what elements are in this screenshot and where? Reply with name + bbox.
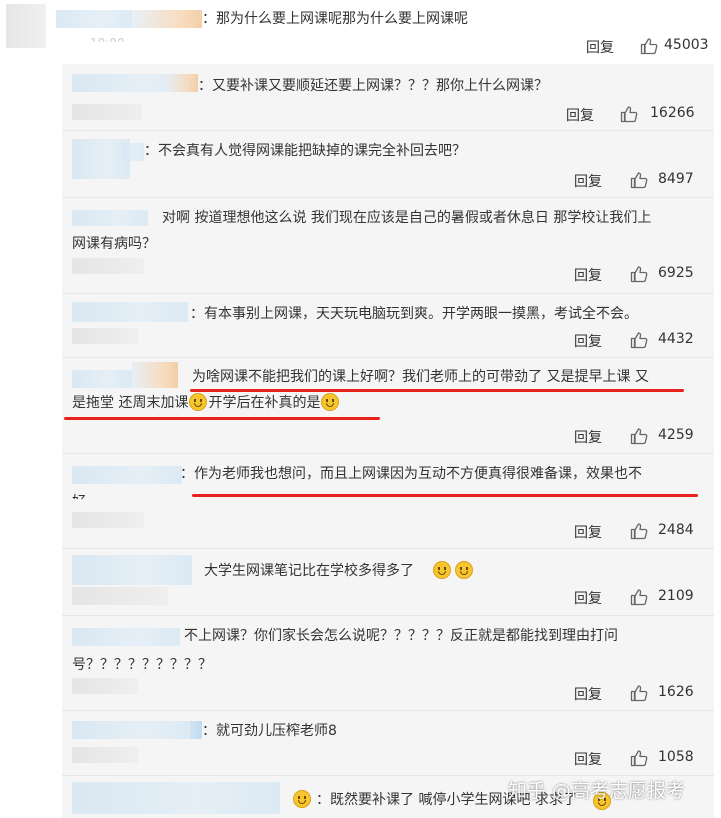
thumbs-up-icon[interactable] [630,427,648,445]
username-badge-blurred [190,721,202,739]
thumbs-up-icon[interactable] [630,588,648,606]
avatar[interactable] [72,302,188,322]
reply-button[interactable]: 回复 [566,105,594,125]
smile-emoji-icon [321,393,340,411]
reply-text: ：不会真有人觉得网课能把缺掉的课完全补回去吧？ [144,143,466,159]
thumbs-up-icon[interactable] [630,331,648,349]
reply-text: ：又要补课又要顺延还要上网课？？？那你上什么网课？ [198,78,548,94]
reply-meta-blurred [72,258,144,274]
reply-item: ：又要补课又要顺延还要上网课？？？那你上什么网课？ 回复 16266 [62,64,714,131]
like-count: 1058 [658,749,694,765]
red-underline [64,417,380,420]
avatar[interactable] [6,4,46,48]
username-badge-blurred [166,74,198,92]
avatar[interactable] [72,555,192,585]
reply-text-line2: 网课有病吗？ [72,236,156,252]
reply-button[interactable]: 回复 [574,331,602,351]
avatar[interactable] [72,782,280,814]
thumbs-up-icon[interactable] [630,265,648,283]
smile-emoji-icon [293,790,311,808]
reply-text-line1: 不上网课？你们家长会怎么说呢？？？？？反正就是都能找到理由打问 [184,628,618,644]
comment-text: ：那为什么要上网课呢那为什么要上网课呢 [202,11,468,27]
reply-text: ：就可劲儿压榨老师8 [202,723,337,739]
username-blurred[interactable] [72,466,182,484]
reply-button[interactable]: 回复 [574,265,602,285]
top-comment: ：那为什么要上网课呢那为什么要上网课呢 10:00 回复 45003 [0,0,721,60]
reply-button[interactable]: 回复 [574,749,602,769]
thumbs-up-icon[interactable] [630,171,648,189]
thumbs-up-icon[interactable] [620,105,638,123]
red-underline [192,494,698,497]
username-blurred[interactable] [72,370,132,388]
like-count: 1626 [658,684,694,700]
reply-meta-blurred [72,104,142,120]
like-count: 45003 [664,37,709,53]
username-badge-blurred [132,10,202,28]
username-blurred [122,143,144,161]
username-badge-blurred [132,362,178,388]
like-count: 16266 [650,105,695,121]
like-count: 8497 [658,171,694,187]
reply-text: 大学生网课笔记比在学校多得多了 [204,563,414,579]
reply-button[interactable]: 回复 [574,171,602,191]
like-count: 2484 [658,522,694,538]
reply-meta-blurred [72,512,144,528]
reply-text-line2: 好 [72,494,86,510]
reply-item: ：作为老师我也想问，而且上网课因为互动不方便真得很难备课，效果也不 好 回复 2… [62,454,714,549]
reply-text-line2: 是拖堂 还周末加课 开学后在补真的是 [72,391,340,415]
reply-button[interactable]: 回复 [574,427,602,447]
reply-item: ：有本事别上网课，天天玩电脑玩到爽。开学两眼一摸黑，考试全不会。 回复 4432 [62,294,714,358]
reply-item: ：就可劲儿压榨老师8 回复 1058 [62,711,714,776]
username-blurred[interactable] [72,210,148,226]
reply-meta-blurred [72,747,138,763]
reply-item: 不上网课？你们家长会怎么说呢？？？？？反正就是都能找到理由打问 号？？？？？？？… [62,616,714,711]
username-blurred[interactable] [72,721,192,739]
reply-text-line1: 为啥网课不能把我们的课上好啊？我们老师上的可带劲了 又是提早上课 又 [192,369,649,385]
reply-item: 对啊 按道理想他这么说 我们现在应该是自己的暑假或者休息日 那学校让我们上 网课… [62,198,714,294]
reply-button[interactable]: 回复 [574,522,602,542]
reply-item: ：不会真有人觉得网课能把缺掉的课完全补回去吧？ 回复 8497 [62,131,714,198]
reply-meta-blurred [72,328,138,344]
thumbs-up-icon[interactable] [630,522,648,540]
reply-text-line1: 对啊 按道理想他这么说 我们现在应该是自己的暑假或者休息日 那学校让我们上 [162,210,652,226]
like-count: 4259 [658,427,694,443]
comment-time: 10:00 [90,36,125,50]
like-count: 4432 [658,331,694,347]
username-blurred[interactable] [56,10,132,28]
reply-text-line2: 号？？？？？？？？？ [72,657,212,673]
reply-text: ：有本事别上网课，天天玩电脑玩到爽。开学两眼一摸黑，考试全不会。 [190,306,638,322]
replies-list: ：又要补课又要顺延还要上网课？？？那你上什么网课？ 回复 16266 ：不会真有… [62,64,714,818]
smile-emoji-icon [189,393,208,411]
smile-emoji-icon [433,561,451,579]
reply-button[interactable]: 回复 [574,588,602,608]
reply-text-line1: ：作为老师我也想问，而且上网课因为互动不方便真得很难备课，效果也不 [180,466,642,482]
watermark: 知乎 @高考志愿报考 [508,780,686,802]
reply-button[interactable]: 回复 [586,37,614,57]
thumbs-up-icon[interactable] [630,684,648,702]
username-blurred[interactable] [72,628,180,646]
reply-item: 为啥网课不能把我们的课上好啊？我们老师上的可带劲了 又是提早上课 又 是拖堂 还… [62,358,714,454]
reply-meta-blurred [72,587,168,605]
reply-item: 大学生网课笔记比在学校多得多了 回复 2109 [62,549,714,616]
smile-emoji-icon [455,561,473,579]
thumbs-up-icon[interactable] [640,37,658,55]
reply-meta-blurred [72,678,138,694]
thumbs-up-icon[interactable] [630,749,648,767]
reply-text-line2a: 是拖堂 还周末加课 [72,395,189,411]
like-count: 6925 [658,265,694,281]
like-count: 2109 [658,588,694,604]
reply-text-line2b: 开学后在补真的是 [208,395,321,411]
reply-button[interactable]: 回复 [574,684,602,704]
